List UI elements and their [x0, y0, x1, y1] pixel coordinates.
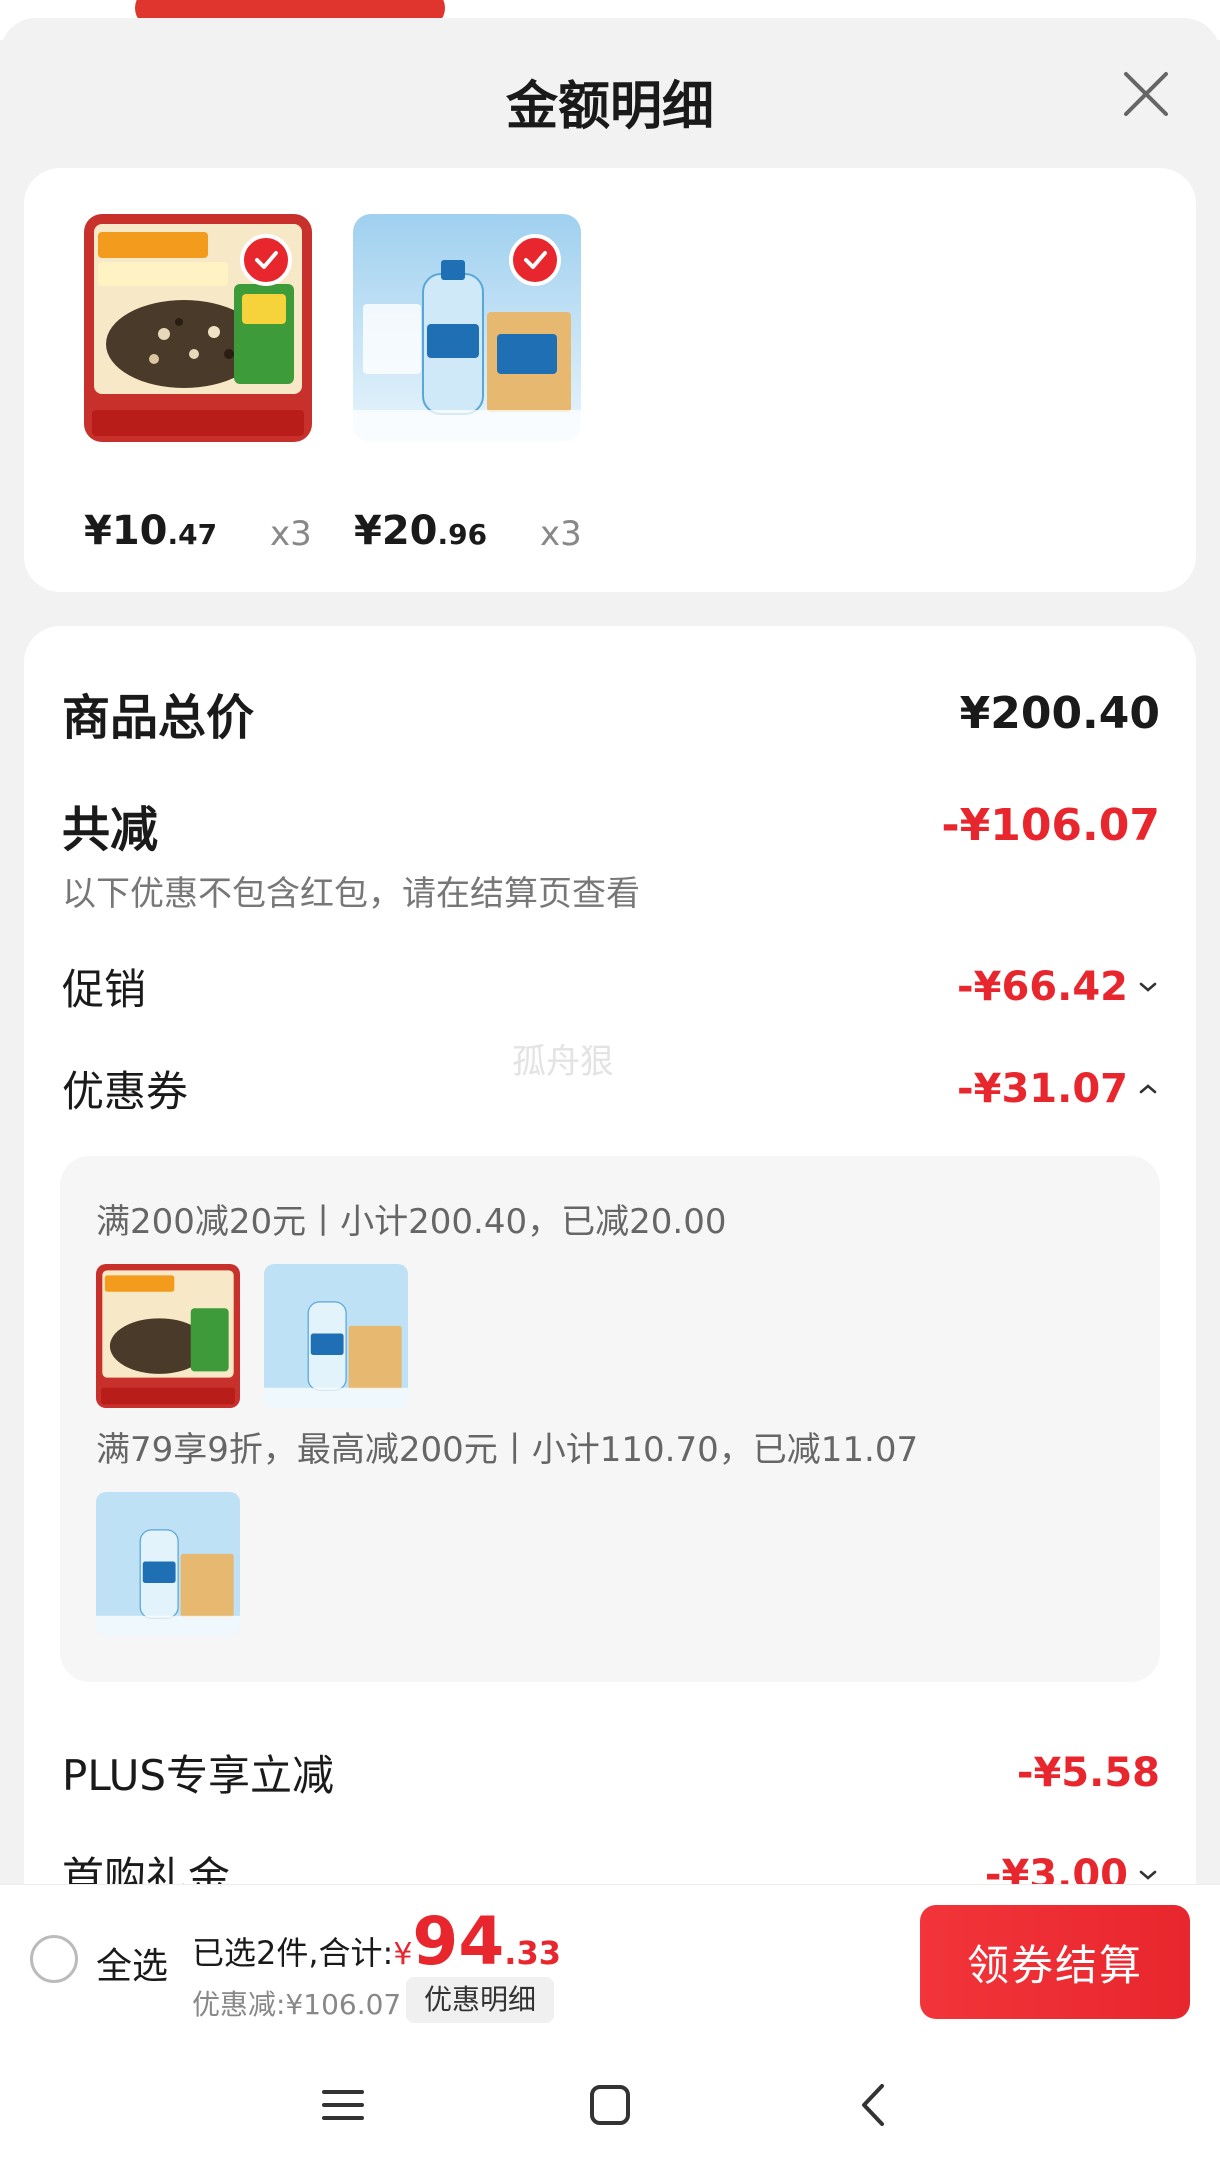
amount-detail-sheet: 金额明细 ¥10.47 x3 ¥20.96 x3 商品总价 ¥200.40 共减… [0, 18, 1220, 2179]
product-price: ¥20.96 [354, 508, 488, 554]
coupon-rule-2: 满79享9折，最高减200元丨小计110.70，已减11.07 [96, 1430, 919, 1470]
select-all-label[interactable]: 全选 [96, 1937, 168, 1989]
products-card: ¥10.47 x3 ¥20.96 x3 [24, 168, 1196, 592]
reduce-label: 共减 [62, 802, 159, 858]
close-icon[interactable] [1118, 66, 1174, 122]
watermark: 孤舟狠 [512, 1042, 614, 1082]
promo-row[interactable]: 促销 -¥66.42 [62, 956, 1160, 1017]
grains-thumb-image [96, 1264, 240, 1408]
reduce-value: -¥106.07 [941, 799, 1160, 851]
chevron-down-icon[interactable] [1136, 975, 1160, 999]
product-qty: x3 [270, 514, 312, 554]
check-icon [255, 251, 278, 269]
selected-check-icon[interactable] [240, 234, 292, 286]
selected-summary: 已选2件,合计:¥94.33 [192, 1903, 561, 1980]
system-navigation-bar [0, 2034, 1220, 2179]
reduce-row: 共减 -¥106.07 [62, 790, 1160, 860]
reduce-note: 以下优惠不包含红包，请在结算页查看 [62, 874, 640, 914]
plus-row: PLUS专享立减 -¥5.58 [62, 1742, 1160, 1803]
checkout-bar: 全选 已选2件,合计:¥94.33 优惠减:¥106.07 优惠明细 领券结算 [0, 1884, 1220, 2034]
coupon-label: 优惠券 [62, 1067, 189, 1116]
total-label: 商品总价 [62, 690, 255, 746]
coupon-thumb-water [264, 1264, 408, 1408]
total-value: ¥200.40 [959, 687, 1160, 739]
product-qty: x3 [540, 514, 582, 554]
water-thumb-image [264, 1264, 408, 1408]
select-all-radio[interactable] [30, 1935, 78, 1983]
coupon-thumb-water [96, 1492, 240, 1636]
total-amount: 94 [412, 1903, 505, 1980]
coupon-value: -¥31.07 [957, 1065, 1128, 1112]
coupon-thumb-grains [96, 1264, 240, 1408]
chevron-down-icon[interactable] [1136, 1863, 1160, 1887]
discount-text: 优惠减:¥106.07 [192, 1988, 402, 2021]
discount-detail-button[interactable]: 优惠明细 [406, 1977, 555, 2023]
product-image-water[interactable] [353, 214, 581, 442]
menu-icon[interactable] [318, 2080, 368, 2130]
back-icon[interactable] [850, 2080, 900, 2130]
plus-label: PLUS专享立减 [62, 1751, 335, 1800]
coupon-rule-1: 满200减20元丨小计200.40，已减20.00 [96, 1202, 727, 1242]
total-row: 商品总价 ¥200.40 [62, 678, 1160, 748]
promo-label: 促销 [62, 965, 147, 1014]
chevron-up-icon[interactable] [1136, 1077, 1160, 1101]
selected-check-icon[interactable] [509, 234, 561, 286]
product-image-grains[interactable] [84, 214, 312, 442]
promo-value: -¥66.42 [957, 963, 1128, 1010]
coupon-detail-box: 满200减20元丨小计200.40，已减20.00 满79享9折，最高减200元… [60, 1156, 1160, 1682]
home-icon[interactable] [585, 2080, 635, 2130]
checkout-button[interactable]: 领券结算 [920, 1905, 1190, 2019]
product-price: ¥10.47 [84, 508, 218, 554]
sheet-title: 金额明细 [505, 77, 714, 137]
plus-value: -¥5.58 [1016, 1749, 1160, 1796]
water-thumb-image [96, 1492, 240, 1636]
check-icon [524, 251, 547, 269]
